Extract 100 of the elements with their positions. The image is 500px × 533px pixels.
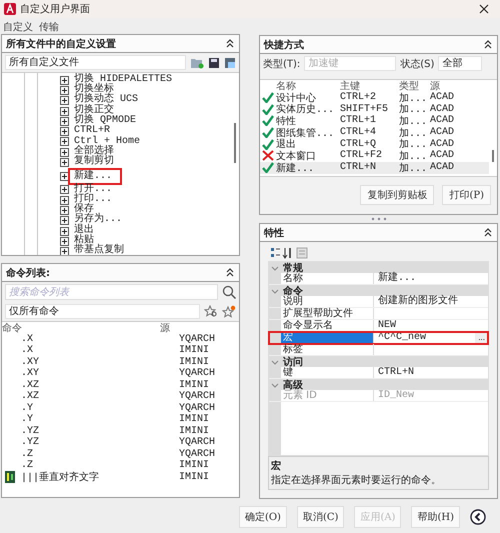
table-cell[interactable]: .YZ	[21, 426, 179, 437]
table-cell[interactable]: .Z	[21, 460, 179, 472]
dropdown[interactable]: 所有自定义文件	[5, 55, 186, 70]
collapse-icon[interactable]	[225, 267, 235, 278]
table-cell[interactable]: ACAD	[430, 92, 466, 104]
table-cell[interactable]: ACAD	[430, 138, 466, 150]
property-value[interactable]: 创建新的图形文件	[373, 296, 488, 307]
tree-item[interactable]: CTRL+R	[72, 126, 112, 137]
table-cell[interactable]: .YZ	[21, 437, 179, 448]
table-cell[interactable]: CTRL+F2	[340, 150, 399, 162]
expand-icon[interactable]	[60, 236, 69, 246]
table-cell[interactable]: 设计中心	[276, 90, 340, 105]
menu-item[interactable]: 传输	[39, 20, 59, 32]
category-header[interactable]: 高级	[269, 379, 488, 390]
table-cell[interactable]: CTRL+2	[340, 92, 399, 104]
expand-icon[interactable]	[60, 196, 69, 205]
table-cell[interactable]: YQARCH	[179, 334, 239, 345]
table-cell[interactable]: IMINI	[179, 414, 239, 426]
button[interactable]: 复制到剪贴板	[360, 185, 434, 205]
expand-icon[interactable]	[60, 86, 69, 95]
button[interactable]: 确定(O)	[238, 506, 287, 528]
property-value[interactable]: 新建...	[373, 273, 488, 284]
expand-icon[interactable]	[60, 206, 69, 215]
table-cell[interactable]: 加...	[399, 102, 430, 116]
table-cell[interactable]: IMINI	[179, 460, 239, 472]
expand-icon[interactable]	[60, 148, 69, 157]
expand-icon[interactable]	[60, 116, 69, 126]
dropdown[interactable]: 全部	[438, 56, 482, 71]
expand-icon[interactable]	[60, 247, 69, 255]
table-cell[interactable]: ACAD	[430, 115, 466, 126]
table-cell[interactable]: 加...	[399, 160, 430, 175]
search-field[interactable]: 搜索命令列表	[5, 284, 218, 300]
scrollbar-thumb[interactable]	[492, 150, 494, 162]
table-cell[interactable]: ACAD	[430, 150, 466, 162]
expand-icon[interactable]	[60, 96, 69, 106]
expand-icon[interactable]	[60, 127, 69, 136]
property-value[interactable]: NEW	[373, 320, 488, 331]
table-cell[interactable]: .XZ	[21, 391, 179, 402]
table-cell[interactable]: .X	[21, 345, 179, 356]
table-cell[interactable]: ACAD	[430, 104, 466, 115]
search-icon[interactable]	[222, 285, 236, 299]
expand-icon[interactable]	[60, 76, 69, 85]
table-cell[interactable]: CTRL+4	[340, 127, 399, 138]
table-cell[interactable]: 图纸集管...	[276, 126, 340, 140]
sort-az-icon[interactable]	[282, 247, 294, 259]
table-cell[interactable]: |||垂直对齐文字	[21, 470, 179, 484]
table-cell[interactable]: YQARCH	[179, 402, 239, 414]
table-cell[interactable]: .Y	[21, 402, 179, 414]
save-as-icon[interactable]	[224, 56, 236, 68]
dropdown[interactable]: 仅所有命令	[5, 304, 200, 319]
table-cell[interactable]: IMINI	[179, 356, 239, 368]
star-search-icon[interactable]	[204, 305, 218, 318]
splitter-handle[interactable]	[370, 217, 386, 221]
collapse-left-icon[interactable]	[470, 509, 486, 525]
table-cell[interactable]: 特性	[276, 114, 340, 128]
table-cell[interactable]: 加...	[399, 90, 430, 105]
scrollbar-thumb[interactable]	[234, 123, 236, 163]
table-cell[interactable]: 实体历史...	[276, 102, 340, 116]
property-name[interactable]: 命令显示名	[281, 320, 373, 331]
expand-icon[interactable]	[60, 137, 69, 146]
property-value[interactable]: CTRL+N	[373, 367, 488, 378]
expand-icon[interactable]	[60, 185, 69, 194]
expand-caret-icon[interactable]	[271, 380, 279, 388]
menu-item[interactable]: 自定义	[3, 20, 33, 32]
table-cell[interactable]: CTRL+Q	[340, 138, 399, 150]
table-cell[interactable]: .Y	[21, 414, 179, 426]
table-cell[interactable]: ACAD	[430, 127, 466, 138]
category-header[interactable]: 命令	[269, 285, 488, 296]
tree-item[interactable]: 带基点复制	[72, 246, 126, 255]
table-cell[interactable]: 加...	[399, 126, 430, 140]
table-cell[interactable]: IMINI	[179, 472, 239, 483]
property-name[interactable]: 键	[281, 367, 373, 378]
browse-button[interactable]: ...	[475, 332, 488, 342]
table-cell[interactable]: YQARCH	[179, 437, 239, 448]
table-cell[interactable]: 新建...	[276, 160, 340, 175]
table-cell[interactable]: 退出	[276, 137, 340, 152]
expand-caret-icon[interactable]	[271, 286, 279, 294]
category-header[interactable]: 访问	[269, 356, 488, 367]
save-icon[interactable]	[208, 56, 220, 68]
property-name[interactable]: 扩展型帮助文件	[281, 308, 373, 319]
table-cell[interactable]: SHIFT+F5	[340, 104, 399, 115]
expand-icon[interactable]	[60, 158, 69, 168]
expand-icon[interactable]	[60, 172, 69, 181]
table-cell[interactable]: IMINI	[179, 380, 239, 391]
table-cell[interactable]: ACAD	[430, 162, 466, 174]
table-cell[interactable]: IMINI	[179, 345, 239, 356]
collapse-icon[interactable]	[225, 38, 235, 49]
categorized-icon[interactable]	[270, 247, 280, 259]
table-cell[interactable]: YQARCH	[179, 368, 239, 380]
property-name[interactable]: 名称	[281, 273, 373, 284]
table-cell[interactable]: YQARCH	[179, 448, 239, 460]
table-cell[interactable]: .XZ	[21, 380, 179, 391]
property-name[interactable]: 标签	[281, 344, 373, 355]
button[interactable]: 打印(P)	[442, 185, 491, 205]
collapse-icon[interactable]	[483, 39, 493, 50]
table-cell[interactable]: 文本窗口	[276, 148, 340, 163]
table-cell[interactable]: .Z	[21, 448, 179, 460]
table-cell[interactable]: YQARCH	[179, 391, 239, 402]
table-cell[interactable]: CTRL+1	[340, 115, 399, 126]
table-cell[interactable]: CTRL+N	[340, 162, 399, 174]
